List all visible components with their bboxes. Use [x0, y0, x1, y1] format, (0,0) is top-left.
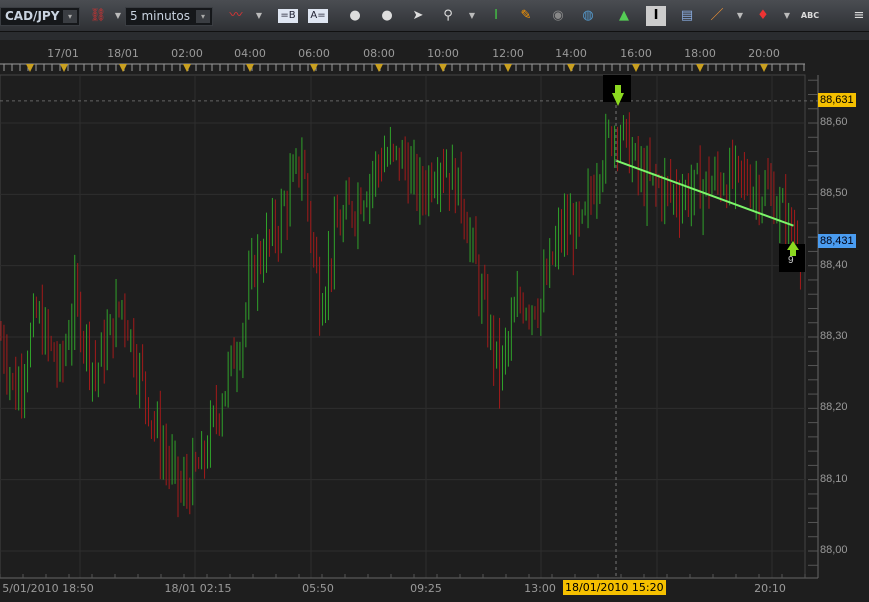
bottom-time-label: 05:50	[302, 582, 334, 595]
high-price-badge: 88,631	[818, 93, 856, 107]
bottom-time-label: 13:00	[524, 582, 556, 595]
day-marker-icon	[632, 64, 640, 72]
price-chart[interactable]	[0, 0, 869, 602]
day-marker-icon	[760, 64, 768, 72]
day-marker-icon	[246, 64, 254, 72]
current-price-badge: 88,431	[818, 234, 856, 248]
day-marker-icon	[696, 64, 704, 72]
price-tick-label: 88,60	[820, 116, 848, 129]
bottom-time-label: 20:10	[754, 582, 786, 595]
day-marker-icon	[26, 64, 34, 72]
bottom-time-label: 18/01 02:15	[164, 582, 232, 595]
price-tick-label: 88,20	[820, 401, 848, 414]
price-tick-label: 88,10	[820, 472, 848, 485]
day-marker-icon	[310, 64, 318, 72]
day-marker-icon	[375, 64, 383, 72]
bottom-time-label: 09:25	[410, 582, 442, 595]
cursor-time-badge: 18/01/2010 15:20	[563, 580, 666, 595]
marker-count: 9	[788, 255, 794, 266]
day-marker-icon	[504, 64, 512, 72]
day-marker-icon	[183, 64, 191, 72]
day-marker-icon	[567, 64, 575, 72]
day-marker-icon	[439, 64, 447, 72]
price-tick-label: 88,30	[820, 330, 848, 342]
price-tick-label: 88,40	[820, 258, 848, 271]
price-tick-label: 88,50	[820, 187, 848, 200]
arrow-down-icon-stem	[615, 85, 621, 94]
day-marker-icon	[119, 64, 127, 72]
price-tick-label: 88,00	[820, 544, 848, 556]
day-marker-icon	[60, 64, 68, 72]
bottom-time-label: 5/01/2010 18:50	[2, 582, 94, 595]
